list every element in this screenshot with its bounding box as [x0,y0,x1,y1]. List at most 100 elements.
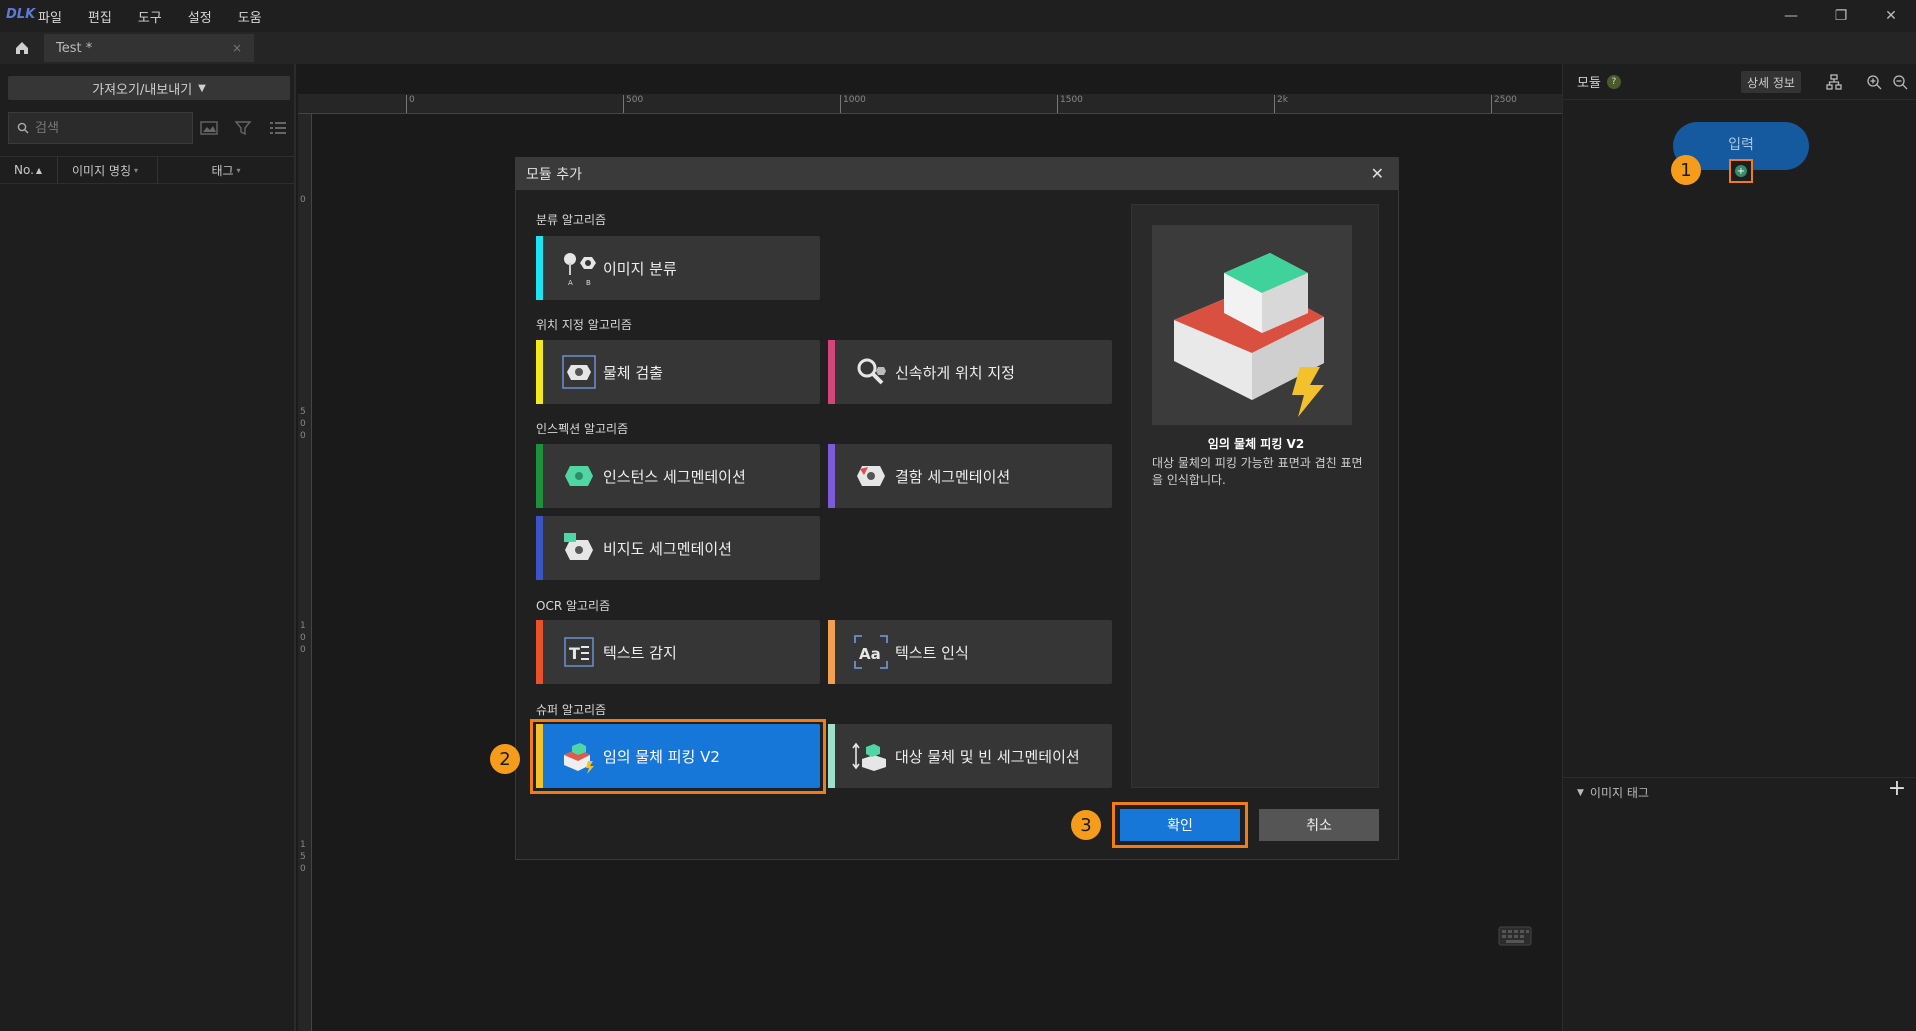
dialog-title-bar: 모듈 추가 ✕ [516,158,1398,190]
defect-segmentation-icon [851,456,891,496]
column-tag-label: 태그 [211,163,234,178]
accent-bar [536,620,543,684]
list-view-icon[interactable] [266,116,290,140]
menu-file[interactable]: 파일 [38,7,62,26]
selection-highlight [530,719,826,794]
menu-tools[interactable]: 도구 [138,7,162,26]
bin-segmentation-icon [851,736,891,776]
category-super: 슈퍼 알고리즘 [536,703,607,717]
module-text-recognition[interactable]: Aa 텍스트 인식 [828,620,1112,684]
column-no[interactable]: No. ▲ [0,157,58,183]
cancel-button[interactable]: 취소 [1259,809,1379,841]
import-export-button[interactable]: 가져오기/내보내기 ▼ [8,76,290,100]
text-recognition-icon: Aa [851,632,891,672]
module-panel: 모듈 ? 상세 정보 입력 + 1 ▼ 이미지 태그 + [1562,64,1916,1031]
restore-icon[interactable]: ❐ [1816,0,1866,32]
ruler-label: 1 5 0 [300,840,306,874]
search-box [8,112,193,144]
module-instance-segmentation[interactable]: 인스턴스 세그멘테이션 [536,444,820,508]
ruler-label: 2k [1277,95,1288,105]
ruler-label: 1000 [843,95,866,105]
close-icon[interactable]: ✕ [1866,0,1916,32]
image-filter-icon[interactable] [198,116,222,140]
module-panel-title: 모듈 [1577,76,1601,91]
window-controls: — ❐ ✕ [1766,0,1916,32]
tab-test[interactable]: Test * × [44,34,254,62]
ruler-label: 1 0 0 [300,621,306,655]
filter-icon[interactable] [232,116,256,140]
ruler-label: 2500 [1494,95,1517,105]
caret-down-icon: ▼ [1577,787,1584,798]
add-module-dialog: 모듈 추가 ✕ 분류 알고리즘 위치 지정 알고리즘 인스펙션 알고리즘 OCR… [490,157,1399,860]
ruler-label: 0 [409,95,415,105]
menu-help[interactable]: 도움 [238,7,262,26]
zoom-in-icon[interactable] [1864,72,1884,92]
magnifier-icon [851,352,891,392]
category-ocr: OCR 알고리즘 [536,599,611,613]
module-label: 신속하게 위치 지정 [895,363,1015,382]
ruler-label: 1500 [1060,95,1083,105]
image-tag-label: 이미지 태그 [1589,786,1649,800]
column-tag[interactable]: 태그 ▾ [158,157,294,183]
module-label: 텍스트 감지 [603,643,677,662]
tab-close-icon[interactable]: × [232,41,242,55]
accent-bar [536,516,543,580]
accent-bar [536,444,543,508]
sort-asc-icon: ▲ [35,165,43,175]
module-label: 결함 세그멘테이션 [895,467,1011,486]
search-input[interactable] [35,120,185,136]
svg-text:T: T [569,644,580,663]
module-text-detection[interactable]: T 텍스트 감지 [536,620,820,684]
object-detection-icon [559,352,599,392]
accent-bar [828,444,835,508]
module-object-detection[interactable]: 물체 검출 [536,340,820,404]
zoom-out-icon[interactable] [1890,72,1910,92]
module-object-bin-segmentation[interactable]: 대상 물체 및 빈 세그멘테이션 [828,724,1112,788]
step-marker-3: 3 [1071,810,1101,840]
accent-bar [828,724,835,788]
help-icon[interactable]: ? [1606,74,1621,89]
module-unsupervised-segmentation[interactable]: 비지도 세그멘테이션 [536,516,820,580]
accent-bar [536,340,543,404]
sort-icon: ▾ [134,165,139,175]
hierarchy-icon[interactable] [1824,72,1844,92]
module-defect-segmentation[interactable]: 결함 세그멘테이션 [828,444,1112,508]
tab-label: Test * [56,40,93,56]
dialog-close-icon[interactable]: ✕ [1371,164,1384,183]
picking-preview-image [1152,225,1352,425]
module-fast-positioning[interactable]: 신속하게 위치 지정 [828,340,1112,404]
accent-bar [536,236,543,300]
column-image-name[interactable]: 이미지 명칭 ▾ [58,157,158,183]
tab-bar: Test * × [0,32,1916,64]
classification-icon: AB [559,248,599,288]
detail-info-button[interactable]: 상세 정보 [1741,71,1801,93]
image-tag-section: ▼ 이미지 태그 [1563,777,1916,807]
ruler-horizontal: 0 500 1000 1500 2k 2500 [298,94,1562,114]
menu-edit[interactable]: 편집 [88,7,112,26]
step-marker-2: 2 [490,744,520,774]
add-tag-button[interactable]: + [1886,778,1908,800]
minimize-icon[interactable]: — [1766,0,1816,32]
module-label: 비지도 세그멘테이션 [603,539,732,558]
module-label: 텍스트 인식 [895,643,969,662]
keyboard-icon[interactable] [1498,926,1532,950]
category-inspection: 인스펙션 알고리즘 [536,422,629,436]
module-image-classification[interactable]: AB 이미지 분류 [536,236,820,300]
category-positioning: 위치 지정 알고리즘 [536,318,632,332]
add-module-port[interactable]: + [1729,159,1753,183]
search-icon [17,122,29,134]
category-classification: 분류 알고리즘 [536,213,607,227]
chevron-down-icon: ▼ [198,82,206,94]
menu-settings[interactable]: 설정 [188,7,212,26]
ruler-label: 500 [626,95,644,105]
module-label: 대상 물체 및 빈 세그멘테이션 [895,747,1080,766]
app-window: DLK 파일 편집 도구 설정 도움 — ❐ ✕ Test * × 가져오기/내… [0,0,1916,1031]
ok-button[interactable]: 확인 [1120,809,1240,841]
home-icon[interactable] [0,32,44,64]
accent-bar [828,340,835,404]
column-image-name-label: 이미지 명칭 [72,163,132,178]
svg-text:B: B [586,279,591,287]
dialog-title: 모듈 추가 [526,167,582,183]
unsupervised-segmentation-icon [559,528,599,568]
menu-bar: DLK 파일 편집 도구 설정 도움 — ❐ ✕ [0,0,1916,32]
